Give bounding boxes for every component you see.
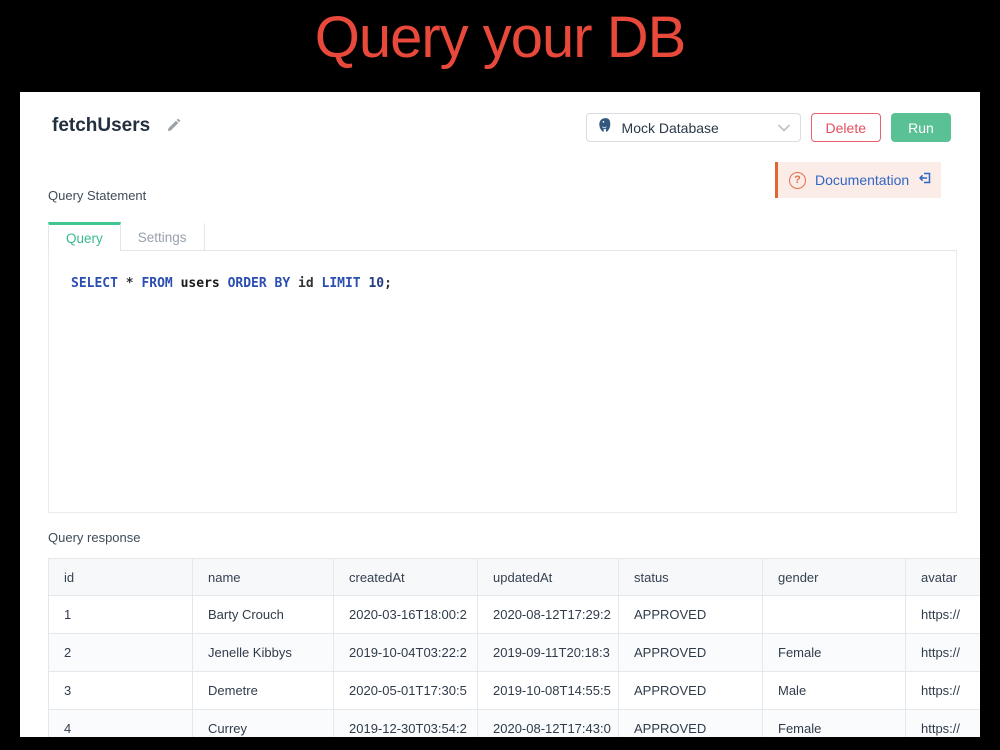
table-cell: APPROVED (619, 596, 763, 634)
sql-token: id (298, 276, 314, 291)
query-response-label: Query response (48, 530, 141, 545)
query-name: fetchUsers (52, 115, 150, 137)
query-header: fetchUsers (52, 115, 182, 137)
table-cell: APPROVED (619, 634, 763, 672)
table-cell: Demetre (193, 672, 334, 710)
chevron-down-icon (778, 119, 790, 137)
external-link-icon (918, 171, 932, 190)
column-header-id: id (49, 559, 193, 596)
table-row: 2Jenelle Kibbys2019-10-04T03:22:22019-09… (49, 634, 981, 672)
table-cell: https:// (906, 710, 981, 738)
postgresql-icon (597, 117, 614, 139)
table-cell: 2020-05-01T17:30:5 (334, 672, 478, 710)
sql-code-editor[interactable]: SELECT * FROM users ORDER BY id LIMIT 10… (48, 251, 957, 513)
sql-token (118, 276, 126, 291)
table-cell: 2019-10-04T03:22:2 (334, 634, 478, 672)
table-cell: Female (763, 710, 906, 738)
table-cell (763, 596, 906, 634)
table-cell: 2019-10-08T14:55:5 (478, 672, 619, 710)
sql-token (220, 276, 228, 291)
run-button[interactable]: Run (891, 113, 951, 142)
table-cell: 2020-03-16T18:00:2 (334, 596, 478, 634)
resource-dropdown[interactable]: Mock Database (586, 113, 801, 142)
sql-token: SELECT (71, 276, 118, 291)
column-header-updatedAt: updatedAt (478, 559, 619, 596)
column-header-avatar: avatar (906, 559, 981, 596)
page-title: Query your DB (0, 4, 1000, 71)
header-controls: Mock Database Delete Run (586, 113, 951, 142)
table-cell: 1 (49, 596, 193, 634)
query-response-table-container[interactable]: idnamecreatedAtupdatedAtstatusgenderavat… (48, 558, 980, 737)
sql-token: ; (384, 276, 392, 291)
table-header-row: idnamecreatedAtupdatedAtstatusgenderavat… (49, 559, 981, 596)
table-cell: APPROVED (619, 710, 763, 738)
table-row: 1Barty Crouch2020-03-16T18:00:22020-08-1… (49, 596, 981, 634)
table-cell: 2019-09-11T20:18:3 (478, 634, 619, 672)
table-body: 1Barty Crouch2020-03-16T18:00:22020-08-1… (49, 596, 981, 738)
help-icon: ? (789, 172, 806, 189)
column-header-gender: gender (763, 559, 906, 596)
table-cell: 3 (49, 672, 193, 710)
table-cell: 2020-08-12T17:29:2 (478, 596, 619, 634)
table-cell: 2019-12-30T03:54:2 (334, 710, 478, 738)
table-cell: Barty Crouch (193, 596, 334, 634)
table-cell: 2 (49, 634, 193, 672)
sql-token (290, 276, 298, 291)
sql-token: users (181, 276, 220, 291)
query-editor-panel: fetchUsers Mock Database Delete Run ? Do… (20, 92, 980, 737)
query-statement-label: Query Statement (48, 188, 146, 203)
delete-button[interactable]: Delete (811, 113, 881, 142)
table-cell: Jenelle Kibbys (193, 634, 334, 672)
table-row: 4Currey2019-12-30T03:54:22020-08-12T17:4… (49, 710, 981, 738)
resource-dropdown-value: Mock Database (622, 120, 770, 136)
sql-token: ORDER BY (228, 276, 291, 291)
documentation-label: Documentation (815, 172, 909, 188)
table-cell: https:// (906, 634, 981, 672)
table-cell: APPROVED (619, 672, 763, 710)
sql-token (173, 276, 181, 291)
sql-token: * (126, 276, 134, 291)
sql-token: LIMIT (322, 276, 361, 291)
editor-tabs: Query Settings (48, 222, 957, 251)
sql-token: FROM (141, 276, 172, 291)
tab-query[interactable]: Query (48, 222, 121, 252)
column-header-createdAt: createdAt (334, 559, 478, 596)
sql-statement: SELECT * FROM users ORDER BY id LIMIT 10… (49, 251, 956, 291)
table-cell: Male (763, 672, 906, 710)
rename-query-button[interactable] (166, 117, 182, 136)
table-row: 3Demetre2020-05-01T17:30:52019-10-08T14:… (49, 672, 981, 710)
table-cell: Currey (193, 710, 334, 738)
column-header-name: name (193, 559, 334, 596)
query-response-table: idnamecreatedAtupdatedAtstatusgenderavat… (48, 558, 980, 737)
pencil-icon (166, 117, 182, 136)
table-cell: 2020-08-12T17:43:0 (478, 710, 619, 738)
table-cell: https:// (906, 672, 981, 710)
table-cell: 4 (49, 710, 193, 738)
table-cell: Female (763, 634, 906, 672)
tab-settings[interactable]: Settings (121, 222, 205, 250)
sql-token (314, 276, 322, 291)
documentation-link[interactable]: ? Documentation (775, 162, 941, 198)
column-header-status: status (619, 559, 763, 596)
table-cell: https:// (906, 596, 981, 634)
sql-token: 10 (368, 276, 384, 291)
